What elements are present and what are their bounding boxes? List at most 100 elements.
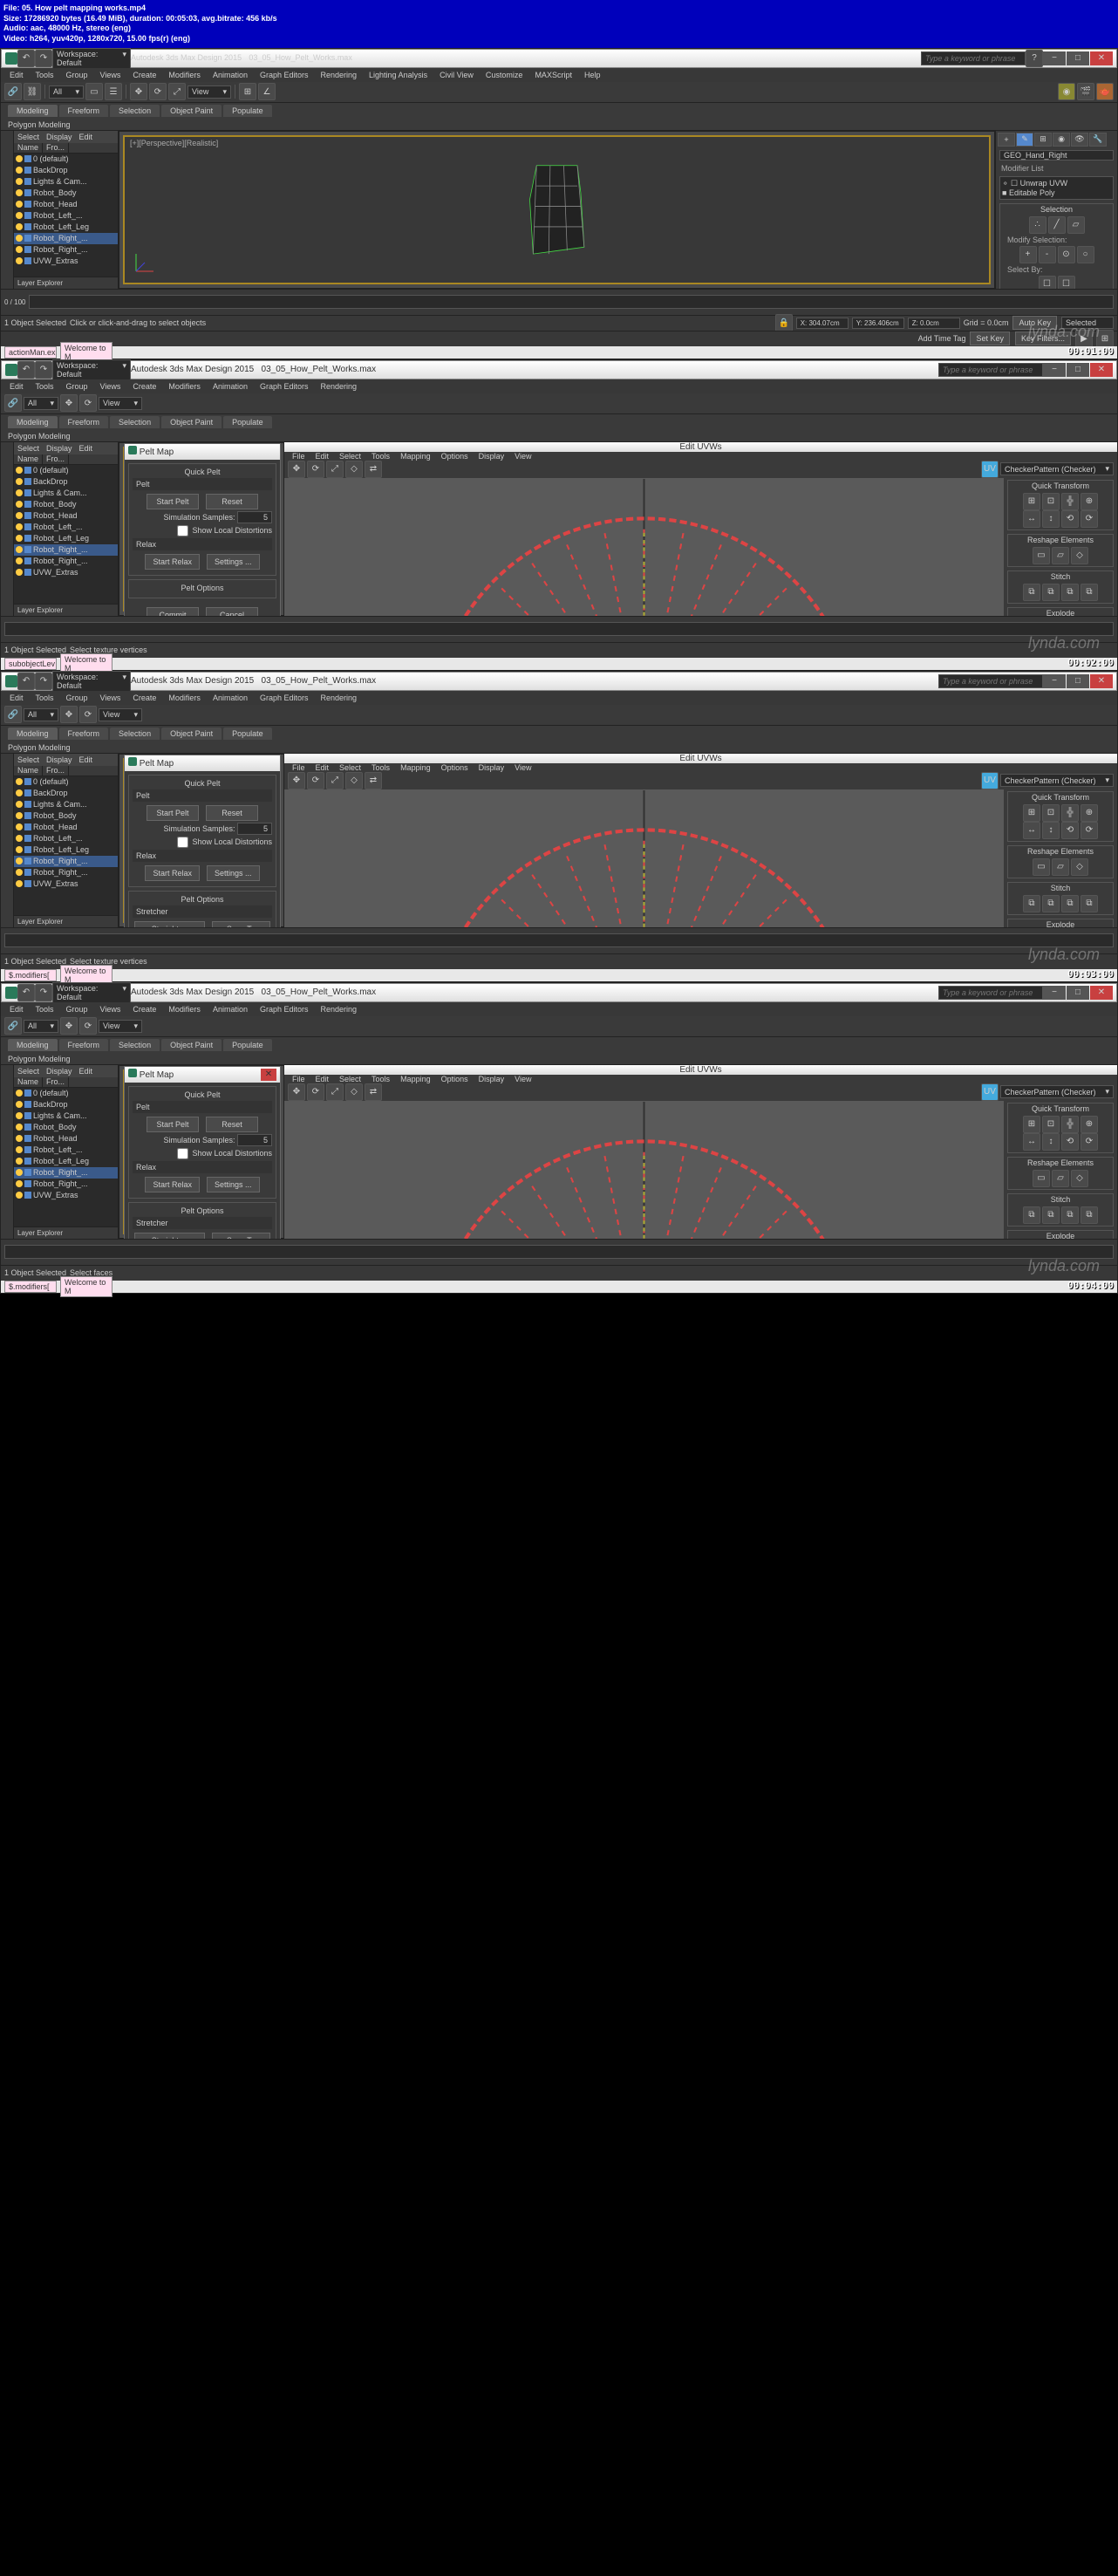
menu-item[interactable]: Tools [31,382,59,391]
tool-icon[interactable]: 🔗 [4,1017,22,1035]
reshape-icon[interactable]: ▱ [1052,1170,1069,1187]
scene-list[interactable]: 0 (default)BackDropLights & Cam...Robot_… [14,465,118,604]
select-by-icon[interactable]: ☐ [1039,276,1056,289]
visibility-icon[interactable] [16,467,23,474]
qt-icon[interactable]: ⊞ [1023,493,1040,510]
x-coord[interactable]: X: 304.07cm [796,318,849,329]
qt-icon[interactable]: ↔ [1023,1133,1040,1151]
modifier-stack[interactable]: ⚬ ☐ Unwrap UVW ■ Editable Poly [999,176,1114,200]
sim-samples-spinner[interactable]: 5 [237,1134,272,1146]
uv-button[interactable]: UV [981,461,999,478]
uvw-menu-item[interactable]: Options [437,452,473,461]
uvw-menu-item[interactable]: View [510,763,535,772]
menu-item[interactable]: Edit [4,382,29,391]
visibility-icon[interactable] [16,1090,23,1097]
ribbon-modeling[interactable]: Modeling [8,105,58,117]
visibility-icon[interactable] [16,235,23,242]
col-frozen[interactable]: Fro... [43,766,69,776]
menu-item[interactable]: Rendering [316,382,363,391]
scale-icon[interactable]: ⤢ [326,461,344,478]
list-item[interactable]: Robot_Left_... [14,522,118,533]
add-time-tag[interactable]: Add Time Tag [918,334,966,343]
qt-icon[interactable]: ↔ [1023,822,1040,839]
qt-icon[interactable]: ⟳ [1081,510,1098,528]
reshape-icon[interactable]: ◇ [1071,1170,1088,1187]
time-slider[interactable] [1,927,1117,953]
close-button[interactable]: ✕ [261,1069,276,1081]
qt-icon[interactable]: ↕ [1042,1133,1060,1151]
visibility-icon[interactable] [16,835,23,842]
tool-icon[interactable]: 🔗 [4,706,22,723]
redo-icon[interactable]: ↷ [35,673,52,690]
visibility-icon[interactable] [16,789,23,796]
uvw-menu-item[interactable]: View [510,1075,535,1083]
list-item[interactable]: Robot_Right_... [14,856,118,867]
render-setup-icon[interactable]: 🎬 [1077,83,1094,100]
se-display[interactable]: Display [46,444,72,453]
list-item[interactable]: Robot_Head [14,510,118,522]
menu-item[interactable]: Group [61,694,93,702]
select-icon[interactable]: ▭ [85,83,103,100]
motion-tab-icon[interactable]: ◉ [1053,133,1070,147]
visibility-icon[interactable] [16,189,23,196]
list-item[interactable]: UVW_Extras [14,1190,118,1201]
qt-icon[interactable]: ╬ [1061,1116,1079,1133]
show-distortions-check[interactable] [177,525,188,536]
ribbon-tab[interactable]: Populate [223,416,272,428]
list-item[interactable]: Robot_Head [14,822,118,833]
qt-icon[interactable]: ↕ [1042,822,1060,839]
mirror-icon[interactable]: ⇄ [365,461,382,478]
list-item[interactable]: Robot_Left_Leg [14,844,118,856]
visibility-icon[interactable] [16,1192,23,1199]
list-item[interactable]: Robot_Right_... [14,867,118,878]
list-item[interactable]: Robot_Body [14,810,118,822]
setkey-button[interactable]: Set Key [970,331,1010,345]
z-coord[interactable]: Z: 0.0cm [908,318,960,329]
uvw-menu-item[interactable]: Select [335,1075,365,1083]
display-tab-icon[interactable]: 👁 [1071,133,1088,147]
menu-tools[interactable]: Tools [31,71,59,79]
uvw-menu-item[interactable]: Edit [311,452,334,461]
reshape-icon[interactable]: ◇ [1071,547,1088,564]
list-item[interactable]: Robot_Right_... [14,544,118,556]
reshape-icon[interactable]: ▭ [1033,547,1050,564]
ribbon-tab[interactable]: Modeling [8,728,58,740]
menu-civilview[interactable]: Civil View [434,71,479,79]
menu-customize[interactable]: Customize [481,71,528,79]
menu-edit[interactable]: Edit [4,71,29,79]
menu-item[interactable]: Tools [31,1005,59,1014]
uvw-menu-item[interactable]: Options [437,1075,473,1083]
list-item[interactable]: Lights & Cam... [14,1110,118,1122]
sim-samples-spinner[interactable]: 5 [237,511,272,523]
tool-icon[interactable]: 🔗 [4,394,22,412]
time-slider[interactable] [1,616,1117,642]
visibility-icon[interactable] [16,801,23,808]
qt-icon[interactable]: ╬ [1061,804,1079,822]
start-relax-button[interactable]: Start Relax [145,1177,200,1192]
se-display[interactable]: Display [46,1067,72,1076]
object-name-field[interactable]: GEO_Hand_Right [999,150,1114,161]
stitch-icon[interactable]: ⧉ [1061,584,1079,601]
se-edit[interactable]: Edit [79,133,93,141]
qt-icon[interactable]: ⊞ [1023,804,1040,822]
menu-item[interactable]: Graph Editors [255,694,314,702]
uvw-canvas[interactable]: 125.00 [284,789,1004,927]
ribbon-tab[interactable]: Object Paint [161,1039,222,1051]
col-name[interactable]: Name [14,454,43,464]
ribbon-tab[interactable]: Freeform [59,1039,109,1051]
uv-button[interactable]: UV [981,772,999,789]
visibility-icon[interactable] [16,535,23,542]
qt-icon[interactable]: ↕ [1042,510,1060,528]
start-relax-button[interactable]: Start Relax [145,554,200,570]
select-by-icon[interactable]: ☐ [1058,276,1075,289]
reset-button[interactable]: Reset [206,805,258,821]
ribbon-tab[interactable]: Selection [110,416,160,428]
material-editor-icon[interactable]: ◉ [1058,83,1075,100]
freeform-icon[interactable]: ◇ [345,772,363,789]
maximize-button[interactable]: □ [1067,51,1089,65]
start-pelt-button[interactable]: Start Pelt [147,805,199,821]
reset-button[interactable]: Reset [206,494,258,509]
render-icon[interactable]: 🫖 [1096,83,1114,100]
qt-icon[interactable]: ⟲ [1061,510,1079,528]
menu-create[interactable]: Create [127,71,161,79]
